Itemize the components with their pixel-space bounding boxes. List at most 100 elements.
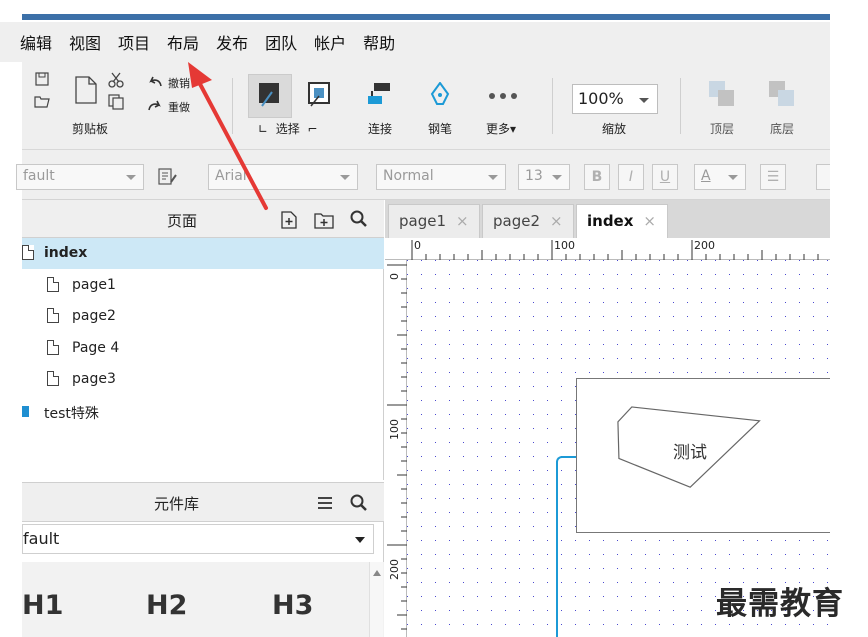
- ruler-label: 200: [388, 559, 401, 580]
- clipboard-group-label: 剪贴板: [72, 122, 109, 136]
- chevron-down-icon: [552, 175, 562, 180]
- zoom-label: 缩放: [602, 122, 627, 136]
- library-panel-title: 元件库: [154, 495, 200, 513]
- watermark-text: 最需教育: [716, 586, 844, 622]
- send-to-back-icon[interactable]: [768, 80, 796, 110]
- widget-h3[interactable]: H3: [272, 590, 313, 621]
- menu-item-publish[interactable]: 发布: [216, 30, 248, 54]
- library-select[interactable]: fault: [22, 524, 374, 554]
- chevron-down-icon: [639, 98, 649, 103]
- page-item-index[interactable]: index: [22, 238, 384, 269]
- copy-icon[interactable]: [108, 94, 124, 110]
- page-item-page1[interactable]: page1: [22, 270, 384, 301]
- menu-item-edit[interactable]: 编辑: [20, 30, 52, 54]
- page-item-label: page3: [72, 371, 116, 387]
- menu-item-account[interactable]: 帐户: [314, 30, 346, 54]
- font-style-select[interactable]: Normal: [376, 164, 506, 190]
- font-size-value: 13: [525, 168, 543, 184]
- ruler-label: 0: [388, 273, 401, 280]
- page-icon: [47, 277, 59, 292]
- page-item-label: page1: [72, 277, 116, 293]
- shape-text: 测试: [673, 443, 707, 463]
- save-icon[interactable]: [35, 72, 49, 86]
- close-icon[interactable]: ×: [456, 212, 469, 230]
- annotation-arrow-icon: [188, 62, 268, 210]
- underline-button[interactable]: U: [652, 164, 678, 190]
- more-label[interactable]: 更多▾: [486, 120, 516, 137]
- pages-panel: 页面 index page1 page2 Page 4 page3 test特殊: [22, 200, 384, 480]
- ruler-label: 200: [694, 239, 715, 252]
- bullet-list-button[interactable]: ☰: [760, 164, 786, 190]
- library-panel-header: 元件库: [22, 482, 384, 522]
- library-scrollbar[interactable]: [369, 562, 383, 637]
- widget-h1[interactable]: H1: [22, 590, 63, 621]
- redo-icon[interactable]: [148, 100, 162, 112]
- page-item-label: index: [44, 245, 88, 261]
- ruler-label: 100: [388, 419, 401, 440]
- page-tabs: page1 × page2 × index ×: [385, 200, 830, 238]
- folder-item-test[interactable]: test特殊: [22, 396, 384, 427]
- bring-to-front-icon[interactable]: [708, 80, 736, 110]
- library-panel: 元件库 fault H1 H2 H3: [22, 482, 384, 637]
- page-item-label: page2: [72, 308, 116, 324]
- folder-icon: [22, 406, 29, 417]
- screen-edge: [830, 0, 868, 637]
- menu-icon[interactable]: [317, 496, 333, 510]
- search-icon[interactable]: [350, 494, 368, 512]
- chevron-down-icon: [340, 175, 350, 180]
- bold-button[interactable]: B: [584, 164, 610, 190]
- paste-icon[interactable]: [74, 76, 98, 104]
- page-item-page-4[interactable]: Page 4: [22, 333, 384, 364]
- menu-item-layout[interactable]: 布局: [167, 30, 199, 54]
- widget-style-select[interactable]: fault: [16, 164, 144, 190]
- page-item-page3[interactable]: page3: [22, 364, 384, 395]
- send-to-back-label: 底层: [770, 122, 795, 136]
- pen-icon[interactable]: [430, 82, 450, 108]
- menu-item-help[interactable]: 帮助: [363, 30, 395, 54]
- ruler-ticks-left: [387, 264, 407, 630]
- align-button[interactable]: [816, 164, 830, 190]
- menu-item-team[interactable]: 团队: [265, 30, 297, 54]
- chevron-down-icon: [488, 175, 498, 180]
- close-icon[interactable]: ×: [550, 212, 563, 230]
- menu-item-project[interactable]: 项目: [118, 30, 150, 54]
- page-icon: [47, 308, 59, 323]
- select-contain-icon[interactable]: [308, 82, 332, 108]
- open-folder-icon[interactable]: [34, 94, 50, 108]
- font-color-select[interactable]: A: [694, 164, 746, 190]
- vertical-ruler: 0 100 200: [385, 260, 407, 637]
- add-folder-icon[interactable]: [314, 211, 334, 229]
- format-bar: fault Arial Normal 13 B I U A ☰: [16, 150, 830, 200]
- menu-item-view[interactable]: 视图: [69, 30, 101, 54]
- chevron-down-icon: [126, 175, 136, 180]
- font-size-select[interactable]: 13: [518, 164, 570, 190]
- italic-button[interactable]: I: [618, 164, 644, 190]
- tab-label: index: [587, 212, 634, 230]
- tab-index[interactable]: index ×: [576, 204, 668, 238]
- window-title-strip: [22, 14, 830, 20]
- app-window: 编辑 视图 项目 布局 发布 团队 帐户 帮助 剪贴板 撤销 重做 ∟ 选择 ⌐…: [0, 0, 868, 637]
- more-icon[interactable]: [488, 92, 518, 100]
- font-color-value: A: [701, 168, 711, 184]
- tab-page2[interactable]: page2 ×: [482, 204, 574, 238]
- zoom-select[interactable]: 100%: [572, 84, 658, 114]
- widget-h2[interactable]: H2: [146, 590, 187, 621]
- connector-line[interactable]: [556, 456, 576, 637]
- cut-icon[interactable]: [108, 72, 124, 88]
- connect-icon[interactable]: [366, 82, 392, 108]
- toolbar-separator: [680, 78, 681, 134]
- page-item-page2[interactable]: page2: [22, 301, 384, 332]
- folder-item-label: test特殊: [44, 406, 99, 422]
- connect-label: 连接: [368, 122, 393, 136]
- close-icon[interactable]: ×: [643, 212, 656, 230]
- pen-label: 钢笔: [428, 122, 453, 136]
- ruler-label: 0: [414, 239, 421, 252]
- page-item-label: Page 4: [72, 340, 120, 356]
- font-style-value: Normal: [383, 168, 434, 184]
- bring-to-front-label: 顶层: [710, 122, 735, 136]
- undo-icon[interactable]: [148, 76, 162, 88]
- tab-page1[interactable]: page1 ×: [388, 204, 480, 238]
- scroll-up-icon[interactable]: [373, 570, 381, 576]
- search-icon[interactable]: [350, 210, 368, 228]
- widget-style-value: fault: [23, 168, 55, 184]
